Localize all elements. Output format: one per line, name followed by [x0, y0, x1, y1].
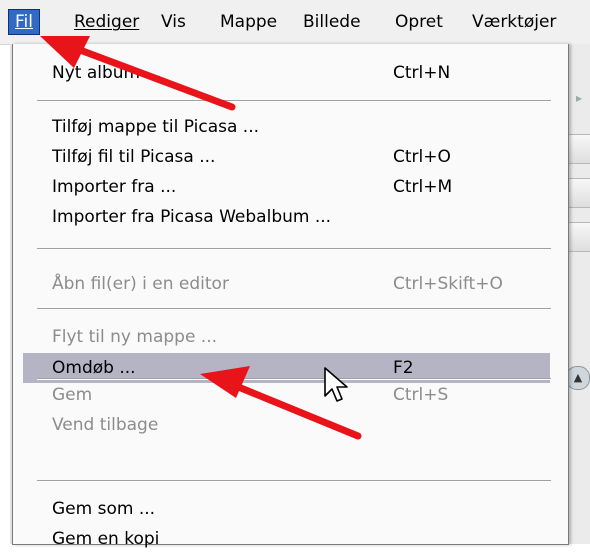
menu-item-shortcut: Ctrl+O — [393, 147, 451, 167]
menu-item-gem[interactable]: Gem Ctrl+S — [13, 380, 568, 410]
menu-item-importer-webalbum[interactable]: Importer fra Picasa Webalbum ... — [13, 202, 568, 232]
menu-vaerktojer-label: Værktøjer — [472, 12, 557, 32]
menu-item-importer-fra[interactable]: Importer fra ... Ctrl+M — [13, 172, 568, 202]
menu-item-label: Nyt album ... — [52, 63, 162, 83]
menu-item-label: Gem som ... — [52, 499, 156, 519]
scroll-up-icon[interactable]: ▲ — [566, 366, 590, 390]
menu-item-tilfoj-fil[interactable]: Tilføj fil til Picasa ... Ctrl+O — [13, 142, 568, 172]
menu-fil-label: Fil — [15, 12, 33, 32]
menu-billede[interactable]: Billede — [299, 10, 365, 34]
menu-item-label: Gem — [52, 385, 93, 405]
background-button[interactable] — [568, 134, 590, 164]
menu-rediger[interactable]: Rediger — [70, 10, 143, 34]
menu-item-abn-editor[interactable]: Åbn fil(er) i en editor Ctrl+Skift+O — [13, 269, 568, 299]
menu-separator — [37, 248, 551, 250]
arrow-right-icon[interactable]: ▸ — [568, 85, 590, 111]
menu-vis-label: Vis — [161, 12, 186, 32]
menu-mappe-label: Mappe — [220, 12, 278, 32]
menu-fil[interactable]: Fil — [8, 9, 40, 35]
menu-item-flyt-mappe[interactable]: Flyt til ny mappe ... — [13, 322, 568, 352]
file-menu-dropdown: Nyt album ... Ctrl+N Tilføj mappe til Pi… — [12, 44, 569, 549]
menu-rediger-label: Rediger — [74, 12, 140, 32]
menu-item-gem-kopi[interactable]: Gem en kopi — [13, 524, 568, 554]
menu-item-label: Tilføj fil til Picasa ... — [52, 147, 216, 167]
menu-item-nyt-album[interactable]: Nyt album ... Ctrl+N — [13, 58, 568, 88]
background-panel — [568, 44, 590, 544]
menu-item-shortcut: Ctrl+Skift+O — [393, 274, 503, 294]
menu-bar: Fil Rediger Vis Mappe Billede Opret Værk… — [0, 0, 590, 45]
menu-item-gem-som[interactable]: Gem som ... — [13, 494, 568, 524]
menu-separator — [37, 480, 551, 482]
menu-separator — [37, 308, 551, 310]
menu-vaerktojer[interactable]: Værktøjer — [468, 10, 560, 34]
menu-item-label: Flyt til ny mappe ... — [52, 327, 218, 347]
menu-item-label: Importer fra Picasa Webalbum ... — [52, 207, 332, 227]
menu-item-tilfoj-mappe[interactable]: Tilføj mappe til Picasa ... — [13, 112, 568, 142]
background-button[interactable] — [568, 178, 590, 208]
menu-billede-label: Billede — [303, 12, 361, 32]
menu-item-label: Åbn fil(er) i en editor — [52, 274, 229, 294]
menu-opret[interactable]: Opret — [391, 10, 447, 34]
menu-separator — [37, 100, 551, 102]
menu-vis[interactable]: Vis — [157, 10, 190, 34]
menu-item-label: Importer fra ... — [52, 177, 177, 197]
menu-item-shortcut: Ctrl+S — [393, 385, 449, 405]
picasa-window: Fil Rediger Vis Mappe Billede Opret Værk… — [0, 0, 590, 549]
background-button[interactable] — [568, 222, 590, 252]
menu-item-label: Gem en kopi — [52, 529, 160, 549]
menu-item-shortcut: Ctrl+M — [393, 177, 453, 197]
menu-mappe[interactable]: Mappe — [216, 10, 281, 34]
mouse-pointer-icon — [324, 367, 348, 402]
menu-item-label: Vend tilbage — [52, 415, 159, 435]
menu-item-label: Tilføj mappe til Picasa ... — [52, 117, 260, 137]
menu-item-vend-tilbage[interactable]: Vend tilbage — [13, 410, 568, 440]
menu-opret-label: Opret — [395, 12, 443, 32]
menu-item-shortcut: Ctrl+N — [393, 63, 451, 83]
